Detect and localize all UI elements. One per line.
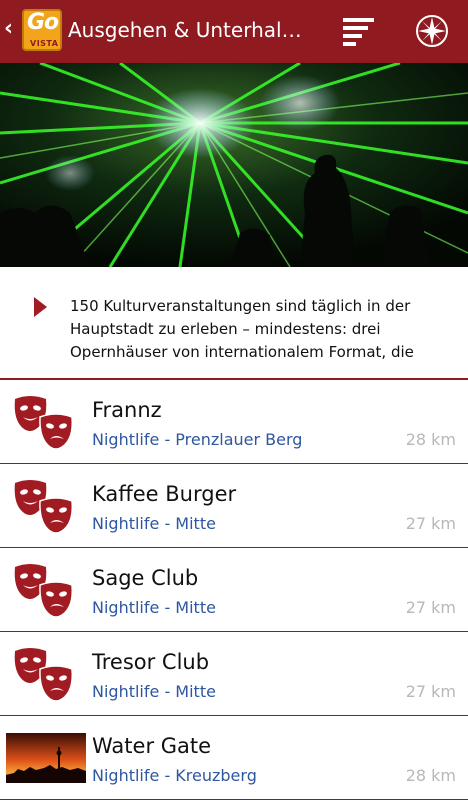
venue-distance: 27 km [405,514,456,533]
venue-category: Nightlife - Kreuzberg [92,766,257,785]
menu-icon[interactable] [340,16,380,48]
sunset-photo [6,733,86,783]
list-item[interactable]: Frannz Nightlife - Prenzlauer Berg 28 km [0,380,468,464]
list-item[interactable]: Water Gate Nightlife - Kreuzberg 28 km [0,716,468,800]
venue-name: Tresor Club [92,650,210,674]
venue-name: Sage Club [92,566,199,590]
logo-vista-text: VISTA [30,39,59,48]
theater-masks-icon [14,396,74,450]
page-title: Ausgehen & Unterhaltung [68,18,308,42]
venue-category: Nightlife - Mitte [92,598,216,617]
venue-name: Kaffee Burger [92,482,237,506]
expand-arrow-icon[interactable] [34,297,47,317]
theater-masks-icon [14,648,74,702]
nightclub-laser-hero-image [0,63,468,267]
venue-distance: 27 km [405,682,456,701]
theater-masks-icon [14,564,74,618]
compass-icon[interactable] [414,13,450,49]
theater-masks-icon [14,480,74,534]
list-item[interactable]: Kaffee Burger Nightlife - Mitte 27 km [0,464,468,548]
logo-go-text: Go [27,10,59,35]
venue-distance: 28 km [405,430,456,449]
venue-category: Nightlife - Mitte [92,514,216,533]
intro-text: 150 Kulturveranstaltungen sind täglich i… [70,297,414,361]
venue-name: Frannz [92,398,162,422]
venue-distance: 27 km [405,598,456,617]
govista-logo[interactable]: Go VISTA [22,9,62,51]
venue-name: Water Gate [92,734,212,758]
venue-category: Nightlife - Mitte [92,682,216,701]
back-chevron-icon[interactable]: ‹ [4,18,13,40]
venue-category: Nightlife - Prenzlauer Berg [92,430,303,449]
venue-list: Frannz Nightlife - Prenzlauer Berg 28 km… [0,380,468,800]
venue-distance: 28 km [405,766,456,785]
list-item[interactable]: Tresor Club Nightlife - Mitte 27 km [0,632,468,716]
list-item[interactable]: Sage Club Nightlife - Mitte 27 km [0,548,468,632]
intro-section[interactable]: 150 Kulturveranstaltungen sind täglich i… [0,267,468,379]
top-bar: ‹ Go VISTA Ausgehen & Unterhaltung [0,0,468,63]
